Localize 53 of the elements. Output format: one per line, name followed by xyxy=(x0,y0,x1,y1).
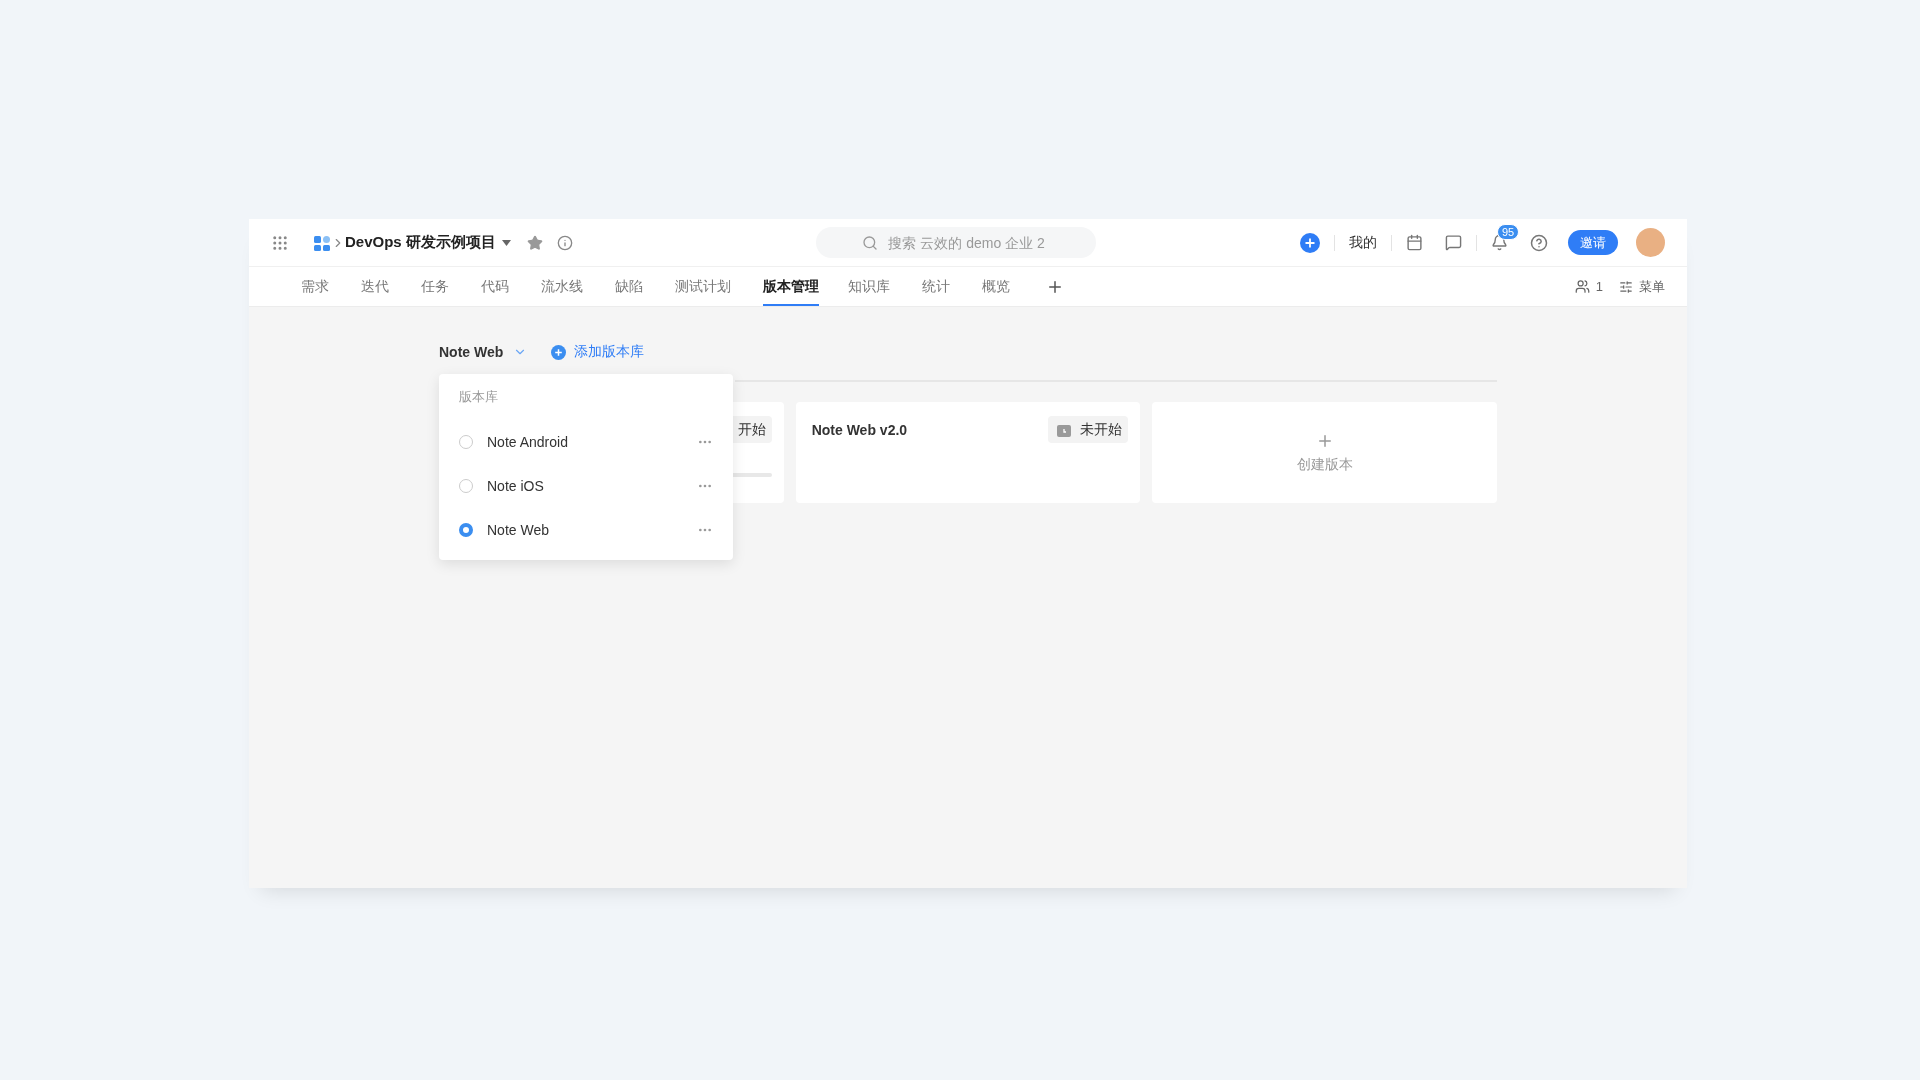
caret-icon[interactable] xyxy=(501,239,511,246)
tab[interactable]: 迭代 xyxy=(361,267,389,306)
add-repo-link[interactable]: 添加版本库 xyxy=(551,343,645,361)
radio-button[interactable] xyxy=(459,435,473,449)
tab[interactable]: 版本管理 xyxy=(763,267,819,306)
create-version-label: 创建版本 xyxy=(1296,455,1353,474)
project-icon[interactable] xyxy=(313,233,331,252)
notification-badge: 95 xyxy=(1497,224,1520,240)
help-icon[interactable] xyxy=(1530,233,1548,252)
search-icon xyxy=(862,234,879,251)
tab[interactable]: 流水线 xyxy=(541,267,583,306)
star-icon[interactable] xyxy=(526,234,543,251)
create-version-card[interactable]: 创建版本 xyxy=(1152,402,1497,503)
tab[interactable]: 代码 xyxy=(481,267,509,306)
search-bar[interactable]: 搜索 云效的 demo 企业 2 xyxy=(816,227,1097,258)
tab[interactable]: 概览 xyxy=(982,267,1010,306)
avatar[interactable] xyxy=(1636,228,1665,257)
status-text: 未开始 xyxy=(1080,420,1123,439)
add-icon[interactable] xyxy=(1300,232,1320,253)
add-circle-icon xyxy=(551,344,567,360)
tab[interactable]: 统计 xyxy=(922,267,950,306)
calendar-icon[interactable] xyxy=(1406,234,1423,251)
project-title[interactable]: DevOps 研发示例项目 xyxy=(345,233,496,252)
repo-option[interactable]: Note Web xyxy=(439,508,733,552)
members-count[interactable]: 1 xyxy=(1595,279,1603,294)
repo-name: Note Android xyxy=(487,434,568,450)
radio-button[interactable] xyxy=(459,523,473,537)
mine-link[interactable]: 我的 xyxy=(1349,233,1377,252)
apps-grid-icon[interactable] xyxy=(271,233,289,252)
members-icon[interactable] xyxy=(1574,279,1590,294)
invite-button[interactable]: 邀请 xyxy=(1568,230,1618,255)
tab[interactable]: 测试计划 xyxy=(675,267,731,306)
repo-name: Note iOS xyxy=(487,478,544,494)
bell-icon[interactable] xyxy=(1491,234,1508,251)
menu-link[interactable]: 菜单 xyxy=(1639,277,1665,296)
status-text: 开始 xyxy=(737,420,766,439)
search-input[interactable]: 搜索 云效的 demo 企业 2 xyxy=(886,233,1051,252)
repo-option[interactable]: Note iOS xyxy=(439,464,733,508)
status-icon xyxy=(1056,422,1073,437)
dropdown-title: 版本库 xyxy=(458,388,499,406)
version-title: Note Web v2.0 xyxy=(811,421,908,438)
tab[interactable]: 知识库 xyxy=(848,267,890,306)
message-icon[interactable] xyxy=(1445,234,1462,251)
version-card[interactable]: Note Web v2.0 未开始 xyxy=(795,402,1141,503)
radio-button[interactable] xyxy=(459,479,473,493)
tab[interactable]: 需求 xyxy=(301,267,329,306)
repo-name: Note Web xyxy=(487,522,549,538)
settings-icon[interactable] xyxy=(1619,279,1633,294)
repo-option[interactable]: Note Android xyxy=(439,420,733,464)
tab[interactable]: 缺陷 xyxy=(615,267,643,306)
repo-selector[interactable]: Note Web xyxy=(439,344,528,360)
info-icon[interactable] xyxy=(556,234,573,251)
tab[interactable]: 任务 xyxy=(421,267,449,306)
